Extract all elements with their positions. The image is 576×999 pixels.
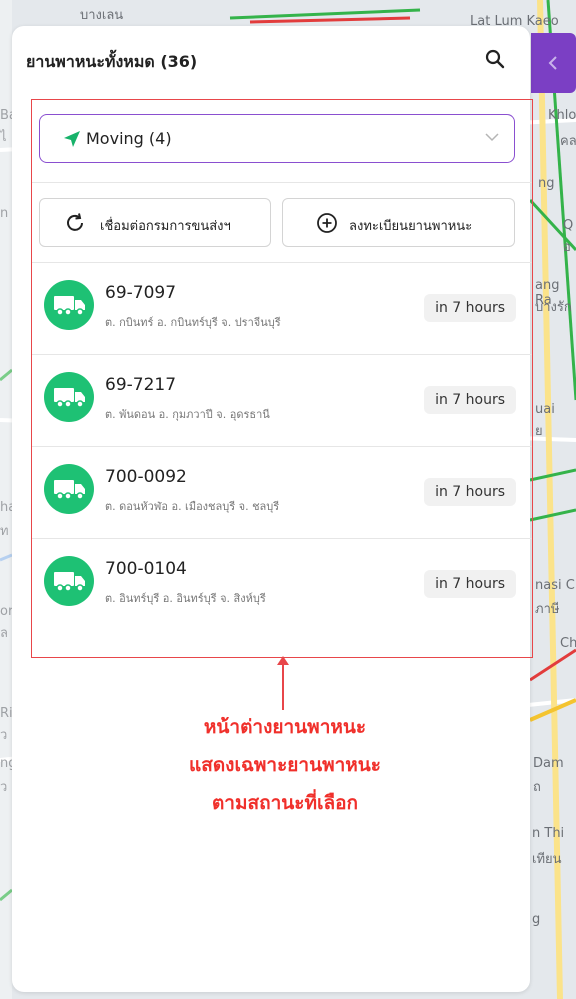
search-icon: [485, 49, 505, 69]
map-label: ย: [535, 424, 543, 439]
map-label: บางรัก: [535, 300, 572, 315]
annotation-caption-line-1: หน้าต่างยานพาหนะ: [203, 716, 367, 738]
map-label: ng: [538, 176, 555, 191]
map-label: อ: [563, 240, 571, 255]
map-label: Ch: [560, 636, 576, 651]
chevron-left-icon: [548, 56, 557, 70]
panel-title: ยานพาหนะทั้งหมด (36): [26, 52, 198, 71]
map-label: uai: [535, 402, 555, 417]
map-label: g: [532, 912, 541, 927]
map-label: Q: [563, 218, 574, 233]
map-label: n Thi: [532, 826, 565, 841]
map-label: บางเลน: [80, 8, 124, 23]
map-label: Dam: [533, 756, 564, 771]
map-label: Khlo: [548, 108, 576, 123]
map-label: เทียน: [532, 852, 562, 867]
map-label: ถ: [533, 780, 541, 795]
highlight-box: [31, 99, 533, 658]
map-label: ภาษี: [535, 602, 560, 617]
search-button[interactable]: [484, 48, 506, 70]
map-label: nasi C: [535, 578, 575, 593]
collapse-panel-button[interactable]: [531, 33, 576, 93]
annotation-arrow-line: [282, 658, 284, 710]
map-label: คล: [560, 134, 576, 149]
annotation-caption-line-2: แสดงเฉพาะยานพาหนะ: [189, 754, 381, 776]
map-edge: [0, 0, 12, 999]
annotation-caption-line-3: ตามสถานะที่เลือก: [211, 792, 359, 814]
